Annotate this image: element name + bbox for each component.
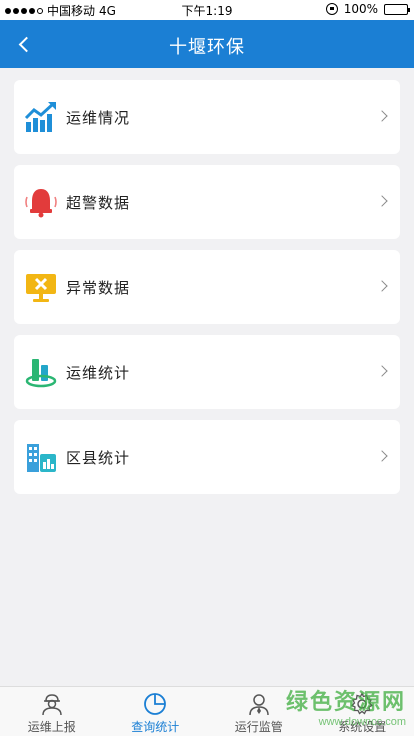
- bottom-tab-bar: 运维上报 查询统计 运行监管 系统设置: [0, 686, 414, 736]
- chevron-right-icon: [376, 280, 388, 292]
- menu-item-label: 超警数据: [66, 194, 131, 212]
- menu-item-label: 运维统计: [66, 364, 131, 382]
- menu-item-label: 区县统计: [66, 449, 131, 467]
- status-bar: 中国移动 4G 下午1:19 100%: [0, 0, 414, 20]
- chevron-right-icon: [376, 450, 388, 462]
- page-title: 十堰环保: [169, 37, 245, 58]
- alarm-bell-icon: [25, 189, 57, 218]
- tab-operation-supervision[interactable]: 运行监管: [207, 687, 311, 736]
- battery-percent: 100%: [343, 2, 378, 16]
- district-building-icon: [27, 444, 56, 472]
- tab-label: 运行监管: [234, 720, 283, 734]
- menu-item-label: 运维情况: [66, 109, 131, 127]
- tab-system-settings[interactable]: 系统设置: [311, 687, 414, 736]
- rotation-lock-icon: [325, 3, 338, 15]
- menu-item-operation-status[interactable]: 运维情况: [14, 80, 400, 154]
- supervisor-icon: [249, 694, 269, 716]
- tab-label: 运维上报: [27, 720, 76, 734]
- menu-list: 运维情况 超警数据 异常数据 运维统计 区县统计: [14, 80, 400, 505]
- tab-label: 系统设置: [338, 720, 387, 734]
- stats-bars-icon: [25, 359, 57, 388]
- chevron-right-icon: [376, 195, 388, 207]
- app-header: 十堰环保: [0, 20, 414, 68]
- battery-icon: [384, 3, 410, 15]
- menu-item-district-statistics[interactable]: 区县统计: [14, 420, 400, 494]
- gear-icon: [351, 692, 374, 715]
- tab-label: 查询统计: [131, 720, 180, 734]
- menu-item-operation-statistics[interactable]: 运维统计: [14, 335, 400, 409]
- menu-item-abnormal-data[interactable]: 异常数据: [14, 250, 400, 324]
- trend-chart-icon: [24, 102, 56, 132]
- tab-operation-report[interactable]: 运维上报: [0, 687, 104, 736]
- tab-query-statistics[interactable]: 查询统计: [104, 687, 208, 736]
- worker-icon: [42, 694, 62, 716]
- chevron-right-icon: [376, 365, 388, 377]
- error-monitor-icon: [26, 274, 56, 302]
- pie-chart-icon: [144, 693, 167, 715]
- chevron-right-icon: [376, 110, 388, 122]
- menu-item-over-limit-data[interactable]: 超警数据: [14, 165, 400, 239]
- menu-item-label: 异常数据: [66, 279, 131, 297]
- status-right: 100%: [325, 2, 410, 16]
